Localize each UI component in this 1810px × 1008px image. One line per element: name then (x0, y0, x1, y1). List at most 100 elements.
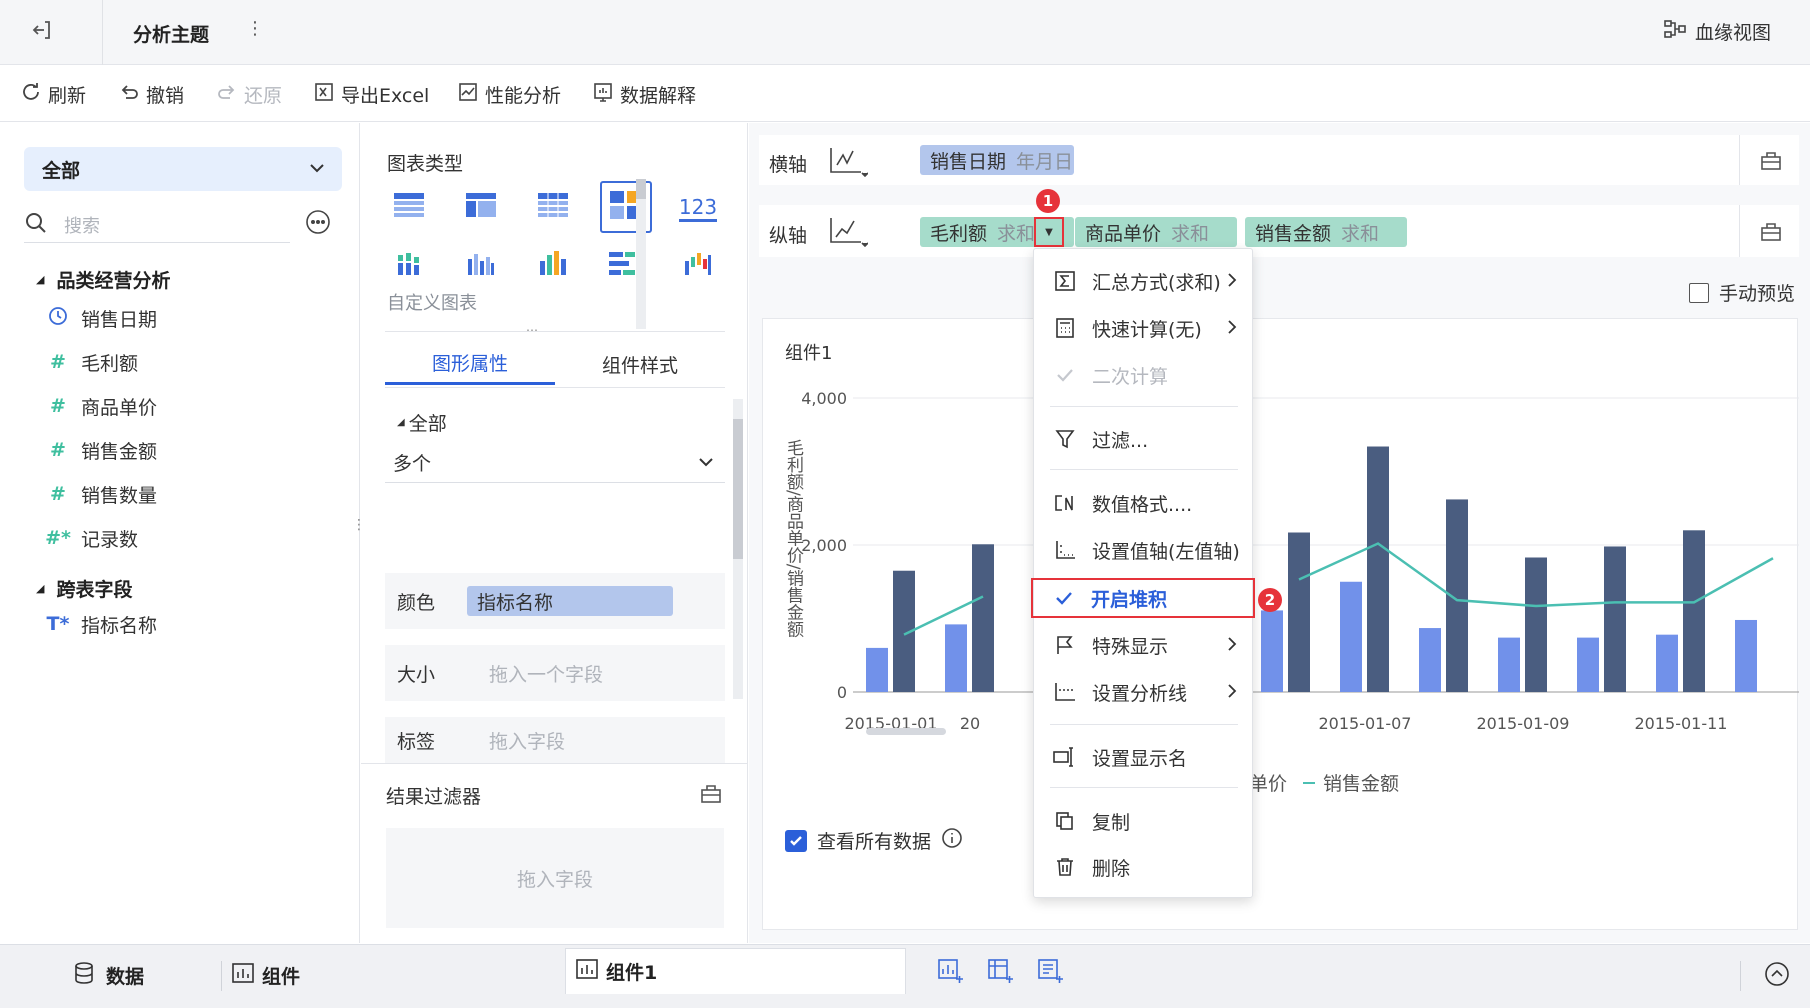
menu-item-delete[interactable]: 删除 (1034, 847, 1254, 887)
chart-type-table[interactable] (386, 185, 432, 231)
y-axis-chip-unit-price[interactable]: 商品单价 求和 (1075, 217, 1237, 247)
chart-config-panel: 图表类型 123 自定义图表 ⋯ 图形属性 组件样式 ◢ 全部 多个 (361, 123, 748, 943)
menu-item-enable-stack[interactable]: 开启堆积 (1031, 578, 1255, 618)
chart-type-crosstab[interactable] (458, 185, 504, 231)
add-chart-button[interactable] (938, 959, 964, 989)
menu-item-special-display[interactable]: 特殊显示 (1034, 625, 1254, 665)
exit-button[interactable] (30, 18, 70, 48)
menu-label: 删除 (1092, 857, 1131, 880)
y-axis-settings-icon[interactable] (1760, 222, 1782, 246)
menu-item-secondary-calc[interactable]: 二次计算 (1034, 355, 1254, 395)
undo-button[interactable]: 撤销 (118, 80, 184, 108)
x-axis-icon[interactable] (828, 145, 869, 181)
tab-component-style[interactable]: 组件样式 (555, 343, 725, 385)
menu-item-value-axis[interactable]: 设置值轴(左值轴) (1034, 530, 1254, 570)
group-product-analysis[interactable]: ◢ 品类经营分析 (36, 266, 170, 293)
size-prop-row[interactable]: 大小 拖入一个字段 (385, 645, 725, 701)
chart-plot[interactable]: 4,0002,0000毛利额/商品单价/销售金额2015-01-01200520… (763, 319, 1799, 799)
field-sales-amount[interactable]: # 销售金额 (45, 435, 157, 465)
view-all-data[interactable]: 查看所有数据 (785, 827, 963, 854)
refresh-button[interactable]: 刷新 (20, 80, 86, 108)
menu-divider (1050, 406, 1238, 407)
field-panel: 全部 搜索 ◢ 品类经营分析 销售日期 # 毛利额 # 商品单价 # 销售金额 … (0, 123, 380, 943)
field-metric-name[interactable]: T* 指标名称 (45, 609, 157, 639)
tag-label: 标签 (397, 730, 436, 753)
checkbox-checked-icon[interactable] (785, 829, 807, 852)
filter-icon (1050, 429, 1080, 449)
menu-item-analysis-line[interactable]: 设置分析线 (1034, 672, 1254, 712)
legend-swatch-sales-amount (1303, 781, 1316, 784)
menu-item-aggregation[interactable]: 汇总方式(求和) (1034, 261, 1254, 301)
x-axis-shelf[interactable] (759, 135, 1799, 185)
x-axis-settings-icon[interactable] (1760, 151, 1782, 175)
component-tab[interactable]: 组件 (232, 962, 300, 989)
scroll-thumb[interactable] (733, 419, 743, 559)
chart-type-detail[interactable] (530, 185, 576, 231)
info-icon[interactable] (941, 827, 963, 854)
chart-type-grouped[interactable] (386, 243, 432, 289)
x-axis-chip-sales-date[interactable]: 销售日期 年月日 (920, 145, 1074, 175)
search-field[interactable]: 搜索 (24, 207, 290, 243)
table-icon (394, 193, 424, 223)
add-text-button[interactable] (1038, 959, 1064, 989)
performance-button[interactable]: 性能分析 (457, 80, 561, 108)
field-record-count[interactable]: #* 记录数 (45, 523, 138, 553)
more-options-icon[interactable] (305, 209, 331, 239)
chart-type-scrollbar[interactable] (636, 179, 646, 329)
field-sales-date[interactable]: 销售日期 (45, 303, 157, 333)
scroll-thumb[interactable] (636, 179, 646, 199)
data-explain-button[interactable]: 数据解释 (592, 80, 696, 108)
menu-label: 特殊显示 (1092, 635, 1169, 658)
divider (221, 961, 222, 991)
all-label: 全部 (408, 413, 447, 435)
lineage-view-button[interactable]: 血缘视图 (1663, 18, 1771, 45)
chart-type-kpi[interactable]: 123 (675, 185, 721, 231)
group-cross-table[interactable]: ◢ 跨表字段 (36, 575, 132, 602)
export-excel-button[interactable]: 导出Excel (313, 80, 429, 108)
color-field-chip[interactable]: 指标名称 (467, 586, 673, 616)
data-tab[interactable]: 数据 (74, 962, 144, 989)
menu-item-display-name[interactable]: 设置显示名 (1034, 737, 1254, 777)
multi-select[interactable]: 多个 (385, 443, 725, 483)
tab-shape-properties[interactable]: 图形属性 (385, 343, 555, 385)
rename-icon (1050, 747, 1080, 767)
menu-item-number-format[interactable]: 数值格式.... (1034, 483, 1254, 523)
collapse-up-button[interactable] (1764, 961, 1790, 991)
detail-table-icon (538, 193, 568, 223)
add-text-icon (1038, 959, 1064, 989)
checkbox-icon[interactable] (1689, 282, 1709, 303)
props-scrollbar[interactable] (733, 399, 743, 699)
refresh-icon (20, 81, 48, 108)
redo-button[interactable]: 还原 (216, 80, 282, 108)
manual-preview-toggle[interactable]: 手动预览 (1689, 279, 1795, 306)
field-gross-profit[interactable]: # 毛利额 (45, 347, 138, 377)
more-menu-button[interactable]: ⋮ (246, 18, 264, 39)
add-crosstab-button[interactable] (988, 959, 1014, 989)
chart-icon (576, 959, 598, 984)
menu-divider (1050, 469, 1238, 470)
field-unit-price[interactable]: # 商品单价 (45, 391, 157, 421)
bar-chart-icon (609, 251, 637, 281)
filter-settings-icon[interactable] (700, 784, 722, 808)
drag-handle[interactable]: ⋯ (526, 323, 538, 337)
y-axis-chip-sales-amount[interactable]: 销售金额 求和 (1245, 217, 1407, 247)
divider (361, 763, 748, 764)
chip-dropdown-button[interactable]: ▼ (1034, 217, 1064, 247)
chart-type-waterfall[interactable] (675, 243, 721, 289)
result-filter-dropzone[interactable]: 拖入字段 (386, 828, 724, 928)
chevron-right-icon (1224, 635, 1240, 658)
chart-scrollbar[interactable] (866, 728, 946, 735)
y-axis-icon[interactable] (828, 215, 869, 251)
component1-tab[interactable]: 组件1 (565, 948, 906, 994)
field-sales-quantity[interactable]: # 销售数量 (45, 479, 157, 509)
scope-select[interactable]: 全部 (24, 147, 342, 191)
menu-item-copy[interactable]: 复制 (1034, 801, 1254, 841)
chart-type-column[interactable] (458, 243, 504, 289)
chart-type-column-color[interactable] (530, 243, 576, 289)
all-group-toggle[interactable]: ◢ 全部 (397, 409, 447, 436)
tag-prop-row[interactable]: 标签 拖入字段 (385, 717, 725, 763)
page-title: 分析主题 (133, 24, 210, 46)
menu-item-filter[interactable]: 过滤... (1034, 419, 1254, 459)
chevron-right-icon (1224, 271, 1240, 294)
menu-item-quick-calc[interactable]: 快速计算(无) (1034, 308, 1254, 348)
